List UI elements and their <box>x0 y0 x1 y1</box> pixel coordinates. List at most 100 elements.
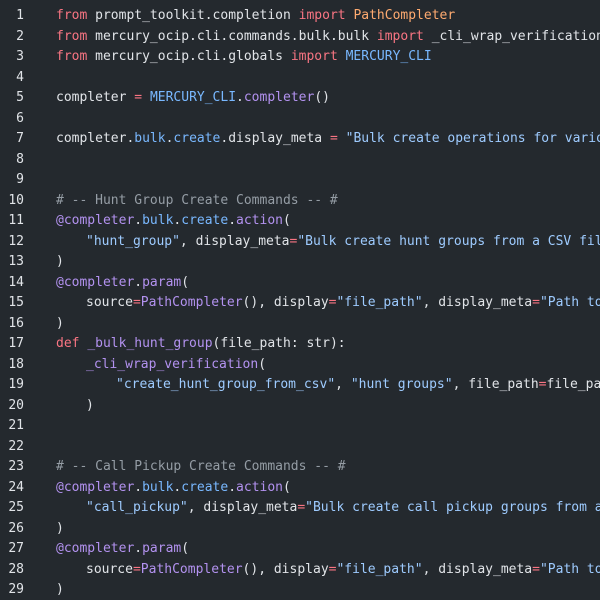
code-token: . <box>228 213 237 228</box>
code-token: (), display <box>242 561 329 577</box>
code-line[interactable]: 27 @completer.param( <box>0 539 600 560</box>
code-token: "Bulk create call pickup groups from a C… <box>305 500 600 515</box>
code-token: ) <box>56 254 64 269</box>
code-token: prompt_toolkit.completion <box>87 8 299 23</box>
code-text: from mercury_ocip.cli.globals import MER… <box>56 47 432 68</box>
code-token: = <box>532 561 540 577</box>
code-line[interactable]: 19 "create_hunt_group_from_csv", "hunt gr… <box>0 375 600 396</box>
code-token: "hunt groups" <box>350 377 453 392</box>
code-line[interactable]: 23 # -- Call Pickup Create Commands -- # <box>0 457 600 478</box>
code-line[interactable]: 9 <box>0 170 600 191</box>
code-token: import <box>376 28 424 44</box>
code-text: completer.bulk.create.display_meta = "Bu… <box>56 129 600 150</box>
code-token: () <box>314 90 330 105</box>
code-text: completer = MERCURY_CLI.completer() <box>56 88 330 109</box>
code-line[interactable]: 21 <box>0 416 600 437</box>
code-line[interactable]: 5 completer = MERCURY_CLI.completer() <box>0 88 600 109</box>
line-number: 13 <box>8 254 24 269</box>
code-token: completer <box>243 90 315 105</box>
line-number: 14 <box>8 274 24 290</box>
code-line[interactable]: 29) <box>0 580 600 600</box>
line-number: 15 <box>8 295 24 310</box>
line-number: 9 <box>16 172 24 187</box>
line-number: 24 <box>8 479 24 495</box>
code-token: param <box>142 541 182 556</box>
line-number: 11 <box>8 213 24 228</box>
line-number: 2 <box>16 28 24 44</box>
code-text: from mercury_ocip.cli.commands.bulk.bulk… <box>56 27 600 48</box>
code-line[interactable]: 17 def _bulk_hunt_group(file_path: str): <box>0 334 600 355</box>
code-line[interactable]: 10 # -- Hunt Group Create Commands -- # <box>0 191 600 212</box>
line-number: 20 <box>8 397 24 413</box>
code-line[interactable]: 25 "call_pickup", display_meta="Bulk crea… <box>0 498 600 519</box>
code-text: ) <box>56 252 64 273</box>
code-token: . <box>134 213 143 228</box>
code-line[interactable]: 28 source=PathCompleter(), display="file_… <box>0 560 600 581</box>
code-token: (), display <box>242 295 329 310</box>
code-line[interactable]: 14 @completer.param( <box>0 273 600 294</box>
code-line[interactable]: 24 @completer.bulk.create.action( <box>0 478 600 499</box>
code-text: ) <box>86 396 94 417</box>
code-text: def _bulk_hunt_group(file_path: str): <box>56 334 346 355</box>
code-line[interactable]: 22 <box>0 437 600 458</box>
code-token: _bulk_hunt_group <box>87 336 213 351</box>
code-token: @completer <box>56 541 135 556</box>
code-token: def <box>56 336 80 351</box>
line-number: 18 <box>8 356 24 372</box>
code-line[interactable]: 7 completer.bulk.create.display_meta = "B… <box>0 129 600 150</box>
code-editor[interactable]: 1 from prompt_toolkit.completion import P… <box>0 0 600 600</box>
code-line[interactable]: 15 source=PathCompleter(), display="file_… <box>0 293 600 314</box>
line-number: 12 <box>8 233 24 249</box>
code-token: ( <box>258 356 267 372</box>
code-token: "Path to CSV <box>539 561 600 577</box>
code-token: , file_path <box>452 377 539 392</box>
code-token: , display_meta <box>187 500 298 515</box>
line-number: 16 <box>8 315 24 331</box>
code-token: . <box>228 479 237 495</box>
code-token: (file_path: str): <box>212 336 346 351</box>
code-text: source=PathCompleter(), display="file_pa… <box>86 293 600 314</box>
code-line[interactable]: 13) <box>0 252 600 273</box>
code-line[interactable]: 6 <box>0 109 600 130</box>
code-line[interactable]: 26) <box>0 519 600 540</box>
code-text: from prompt_toolkit.completion import Pa… <box>56 6 455 27</box>
code-token: @completer <box>56 213 135 228</box>
line-number: 5 <box>16 90 24 105</box>
code-token: , <box>335 377 351 392</box>
line-number: 17 <box>8 336 24 351</box>
code-token: ) <box>56 520 64 536</box>
line-number: 27 <box>8 541 24 556</box>
line-number: 1 <box>16 8 24 23</box>
code-line[interactable]: 4 <box>0 68 600 89</box>
code-line[interactable]: 18 _cli_wrap_verification( <box>0 355 600 376</box>
code-token: @completer <box>56 274 135 290</box>
code-token: import <box>298 8 346 23</box>
code-token: "Path to CSV <box>539 295 600 310</box>
code-token: ) <box>56 582 64 597</box>
code-token: . <box>134 274 143 290</box>
code-line[interactable]: 12 "hunt_group", display_meta="Bulk creat… <box>0 232 600 253</box>
code-line[interactable]: 2 from mercury_ocip.cli.commands.bulk.bul… <box>0 27 600 48</box>
code-line[interactable]: 16) <box>0 314 600 335</box>
code-line[interactable]: 11 @completer.bulk.create.action( <box>0 211 600 232</box>
code-token: completer <box>56 90 135 105</box>
code-token: param <box>142 274 182 290</box>
code-token: import <box>290 49 338 64</box>
code-token: , display_meta <box>179 233 290 249</box>
line-number: 6 <box>16 110 24 126</box>
code-line[interactable]: 1 from prompt_toolkit.completion import P… <box>0 6 600 27</box>
code-token: "Bulk create operations for various e <box>345 131 600 146</box>
code-token: "create_hunt_group_from_csv" <box>116 377 336 392</box>
code-line[interactable]: 8 <box>0 150 600 171</box>
line-number: 4 <box>16 69 24 85</box>
code-token: mercury_ocip.cli.commands.bulk.bulk <box>87 28 377 44</box>
line-number: 3 <box>16 49 24 64</box>
code-token: ( <box>283 479 291 495</box>
code-line[interactable]: 3 from mercury_ocip.cli.globals import ME… <box>0 47 600 68</box>
line-number: 22 <box>8 438 24 454</box>
code-token: "file_path" <box>336 295 423 310</box>
code-text: ) <box>56 580 64 600</box>
code-line[interactable]: 20) <box>0 396 600 417</box>
line-number: 23 <box>8 459 24 474</box>
code-token: . <box>134 479 143 495</box>
